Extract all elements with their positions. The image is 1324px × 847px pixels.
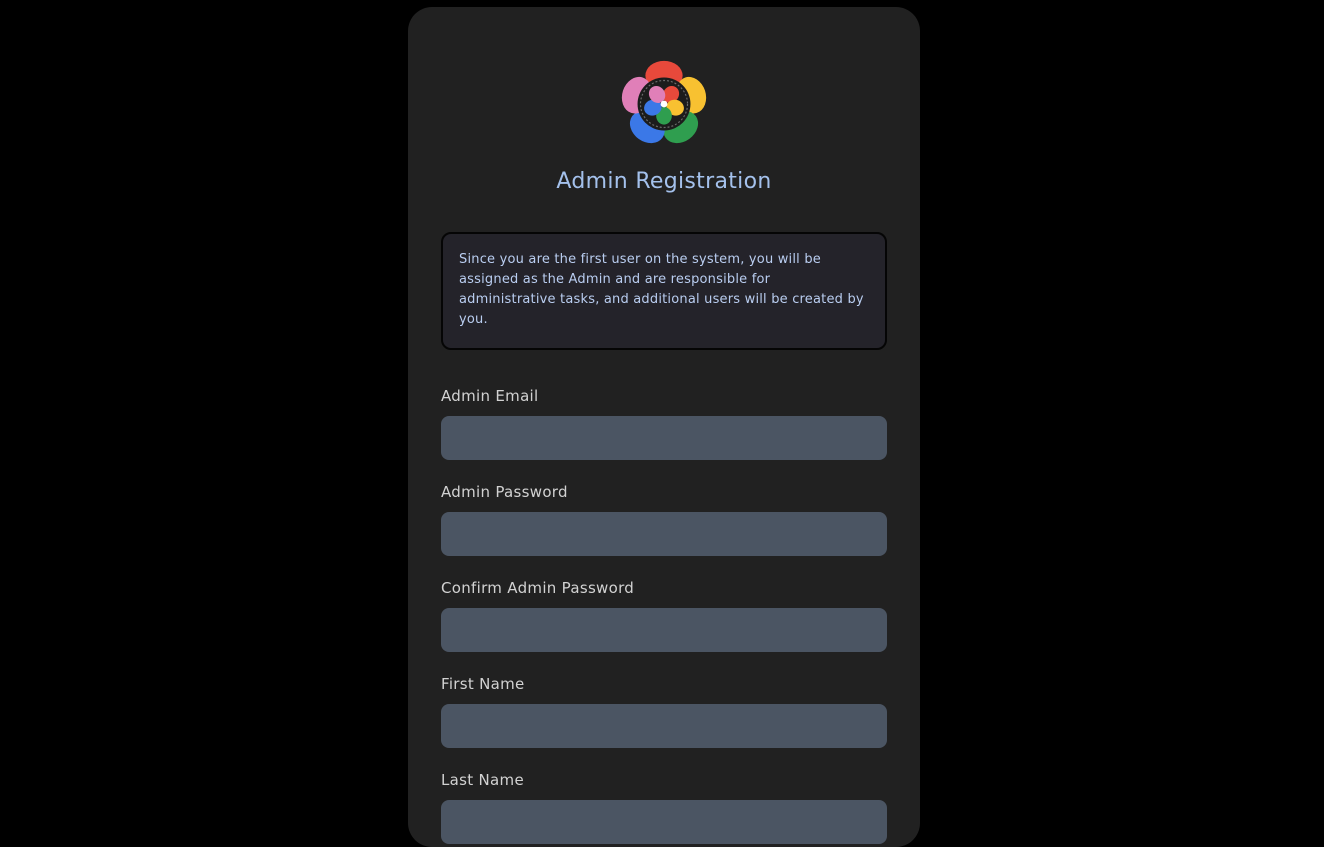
first-user-notice: Since you are the first user on the syst… [441,232,887,350]
confirm-admin-password-label: Confirm Admin Password [441,579,635,597]
last-name-label: Last Name [441,771,524,789]
admin-email-label: Admin Email [441,387,539,405]
last-name-input[interactable] [441,800,887,844]
admin-password-label: Admin Password [441,483,568,501]
admin-password-input[interactable] [441,512,887,556]
confirm-admin-password-input[interactable] [441,608,887,652]
first-name-label: First Name [441,675,525,693]
registration-card: Admin Registration Since you are the fir… [408,7,920,847]
flower-logo-icon [621,60,707,144]
first-name-input[interactable] [441,704,887,748]
admin-email-input[interactable] [441,416,887,460]
page-title: Admin Registration [556,169,772,194]
